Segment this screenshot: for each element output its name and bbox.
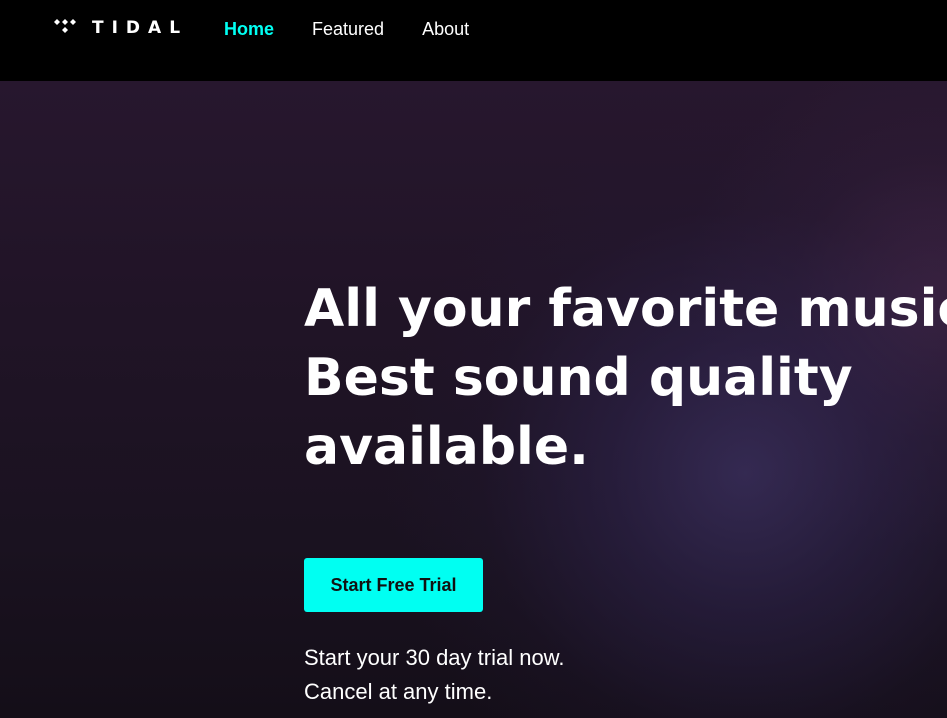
brand-wordmark: TIDAL (92, 18, 189, 38)
trial-line-1: Start your 30 day trial now. (304, 645, 565, 670)
nav-home-link[interactable]: Home (224, 19, 274, 39)
headline-line-3: available. (304, 417, 589, 477)
headline-line-1: All your favorite music. (304, 279, 947, 339)
top-navigation-bar: TIDAL Home Featured About (0, 0, 947, 81)
tidal-logo-icon (54, 19, 76, 33)
start-free-trial-button[interactable]: Start Free Trial (304, 558, 483, 612)
hero-headline: All your favorite music. Best sound qual… (304, 275, 947, 482)
tidal-homepage: TIDAL Home Featured About All your favor… (0, 0, 947, 718)
hero-section: All your favorite music. Best sound qual… (0, 81, 947, 718)
headline-line-2: Best sound quality (304, 348, 853, 408)
main-navigation: Home Featured About (224, 19, 469, 39)
nav-about-link[interactable]: About (422, 19, 469, 39)
trial-line-2: Cancel at any time. (304, 679, 493, 704)
trial-description: Start your 30 day trial now. Cancel at a… (304, 641, 564, 709)
nav-featured-link[interactable]: Featured (312, 19, 384, 39)
tidal-logo[interactable]: TIDAL (53, 17, 188, 39)
